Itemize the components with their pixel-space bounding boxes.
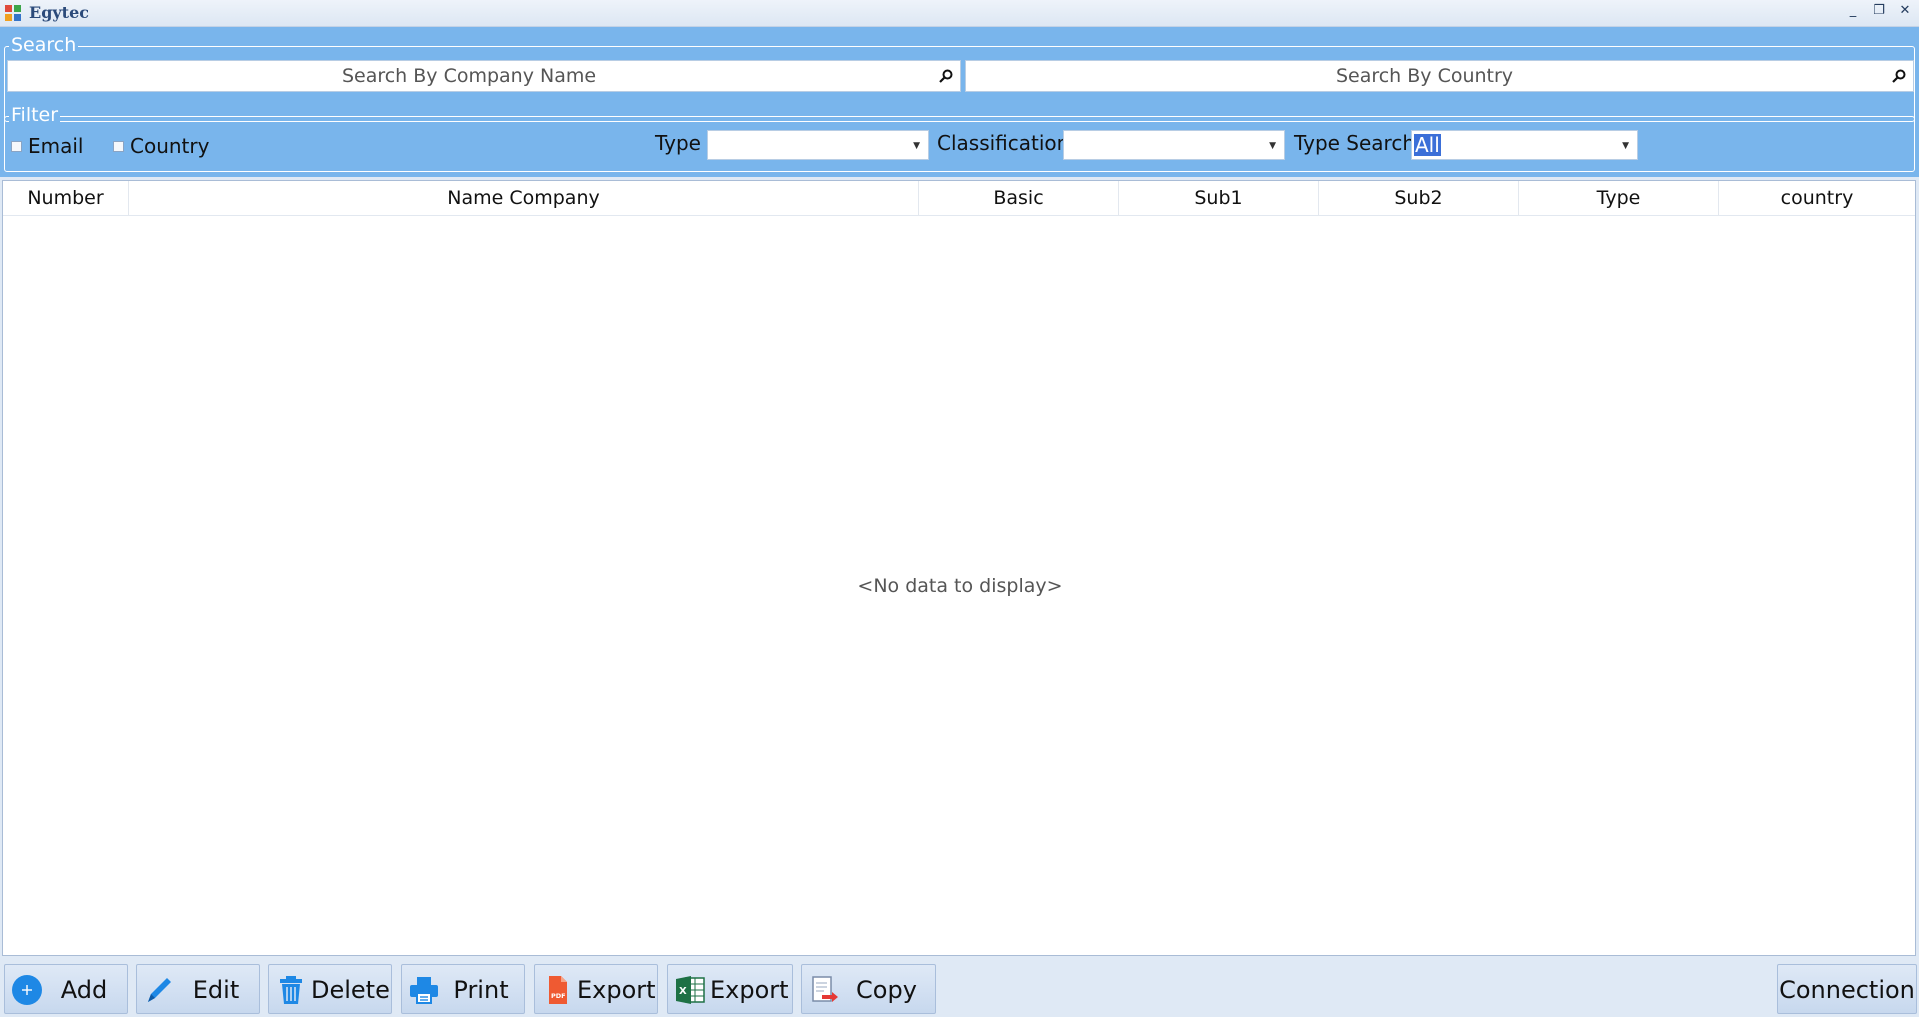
- print-button[interactable]: Print: [401, 964, 525, 1014]
- edit-button-label: Edit: [192, 976, 240, 1004]
- bottom-toolbar: Add Edit Delete Print PDF Export X Expor…: [0, 958, 1919, 1017]
- print-button-label: Print: [453, 976, 509, 1004]
- copy-button-label: Copy: [856, 976, 917, 1004]
- title-bar: Egytec _ ❐ ✕: [0, 0, 1919, 27]
- search-group: Search: [4, 34, 1915, 122]
- add-button-label: Add: [60, 976, 108, 1004]
- excel-icon: X: [676, 976, 705, 1004]
- delete-button[interactable]: Delete: [268, 964, 392, 1014]
- classification-combo[interactable]: ▼: [1063, 130, 1285, 160]
- country-checkbox-label: Country: [130, 134, 210, 158]
- company-search-box: [7, 60, 961, 92]
- chevron-down-icon[interactable]: ▼: [1622, 141, 1629, 151]
- column-header-number[interactable]: Number: [3, 181, 129, 216]
- export-excel-button[interactable]: X Export: [667, 964, 793, 1014]
- classification-label: Classification: [937, 131, 1070, 155]
- type-search-combo[interactable]: All ▼: [1411, 130, 1638, 160]
- column-header-sub1[interactable]: Sub1: [1119, 181, 1319, 216]
- connection-button[interactable]: Connection: [1777, 964, 1917, 1014]
- country-search-input[interactable]: [966, 61, 1913, 91]
- add-button[interactable]: Add: [4, 964, 128, 1014]
- country-checkbox[interactable]: [113, 140, 124, 152]
- minimize-button[interactable]: _: [1845, 2, 1861, 20]
- search-legend: Search: [9, 34, 79, 56]
- copy-button[interactable]: Copy: [801, 964, 936, 1014]
- restore-button[interactable]: ❐: [1871, 2, 1887, 20]
- pdf-icon: PDF: [549, 976, 567, 1004]
- close-button[interactable]: ✕: [1897, 2, 1913, 20]
- export-excel-button-label: Export: [710, 976, 789, 1004]
- search-icon[interactable]: [1891, 68, 1907, 84]
- filter-legend: Filter: [9, 104, 61, 126]
- trash-icon: [280, 976, 302, 1004]
- type-search-combo-value: All: [1414, 133, 1441, 157]
- printer-icon: [410, 977, 438, 1004]
- email-checkbox-wrap[interactable]: Email: [11, 134, 84, 158]
- copy-document-icon: [812, 976, 838, 1002]
- edit-button[interactable]: Edit: [136, 964, 260, 1014]
- empty-grid-message: <No data to display>: [857, 575, 1063, 597]
- window-title: Egytec: [29, 3, 89, 22]
- column-header-name-company[interactable]: Name Company: [129, 181, 919, 216]
- column-header-sub2[interactable]: Sub2: [1319, 181, 1519, 216]
- country-search-box: [965, 60, 1914, 92]
- filter-group: Filter Email Country Type ▼ Classificati…: [4, 104, 1915, 172]
- email-checkbox[interactable]: [11, 140, 22, 152]
- chevron-down-icon[interactable]: ▼: [1269, 141, 1276, 151]
- window-controls: _ ❐ ✕: [1845, 2, 1913, 20]
- delete-button-label: Delete: [311, 976, 390, 1004]
- pencil-icon: [148, 978, 171, 1002]
- export-pdf-button[interactable]: PDF Export: [534, 964, 658, 1014]
- country-checkbox-wrap[interactable]: Country: [113, 134, 209, 158]
- type-search-label: Type Search: [1294, 131, 1416, 155]
- column-header-type[interactable]: Type: [1519, 181, 1719, 216]
- svg-text:PDF: PDF: [551, 992, 566, 1000]
- search-filter-panel: Search Filter Email Country Type: [0, 27, 1919, 177]
- svg-text:X: X: [679, 986, 687, 997]
- column-header-country[interactable]: country: [1719, 181, 1915, 216]
- type-label: Type: [655, 131, 701, 155]
- plus-circle-icon: [12, 975, 42, 1005]
- companies-grid[interactable]: Number Name Company Basic Sub1 Sub2 Type…: [2, 180, 1916, 956]
- connection-button-label: Connection: [1779, 976, 1915, 1004]
- column-header-basic[interactable]: Basic: [919, 181, 1119, 216]
- email-checkbox-label: Email: [28, 134, 84, 158]
- grid-header: Number Name Company Basic Sub1 Sub2 Type…: [3, 181, 1915, 216]
- export-pdf-button-label: Export: [577, 976, 656, 1004]
- app-logo-icon: [5, 5, 21, 21]
- company-search-input[interactable]: [8, 61, 960, 91]
- chevron-down-icon[interactable]: ▼: [913, 141, 920, 151]
- type-combo[interactable]: ▼: [707, 130, 929, 160]
- search-icon[interactable]: [938, 68, 954, 84]
